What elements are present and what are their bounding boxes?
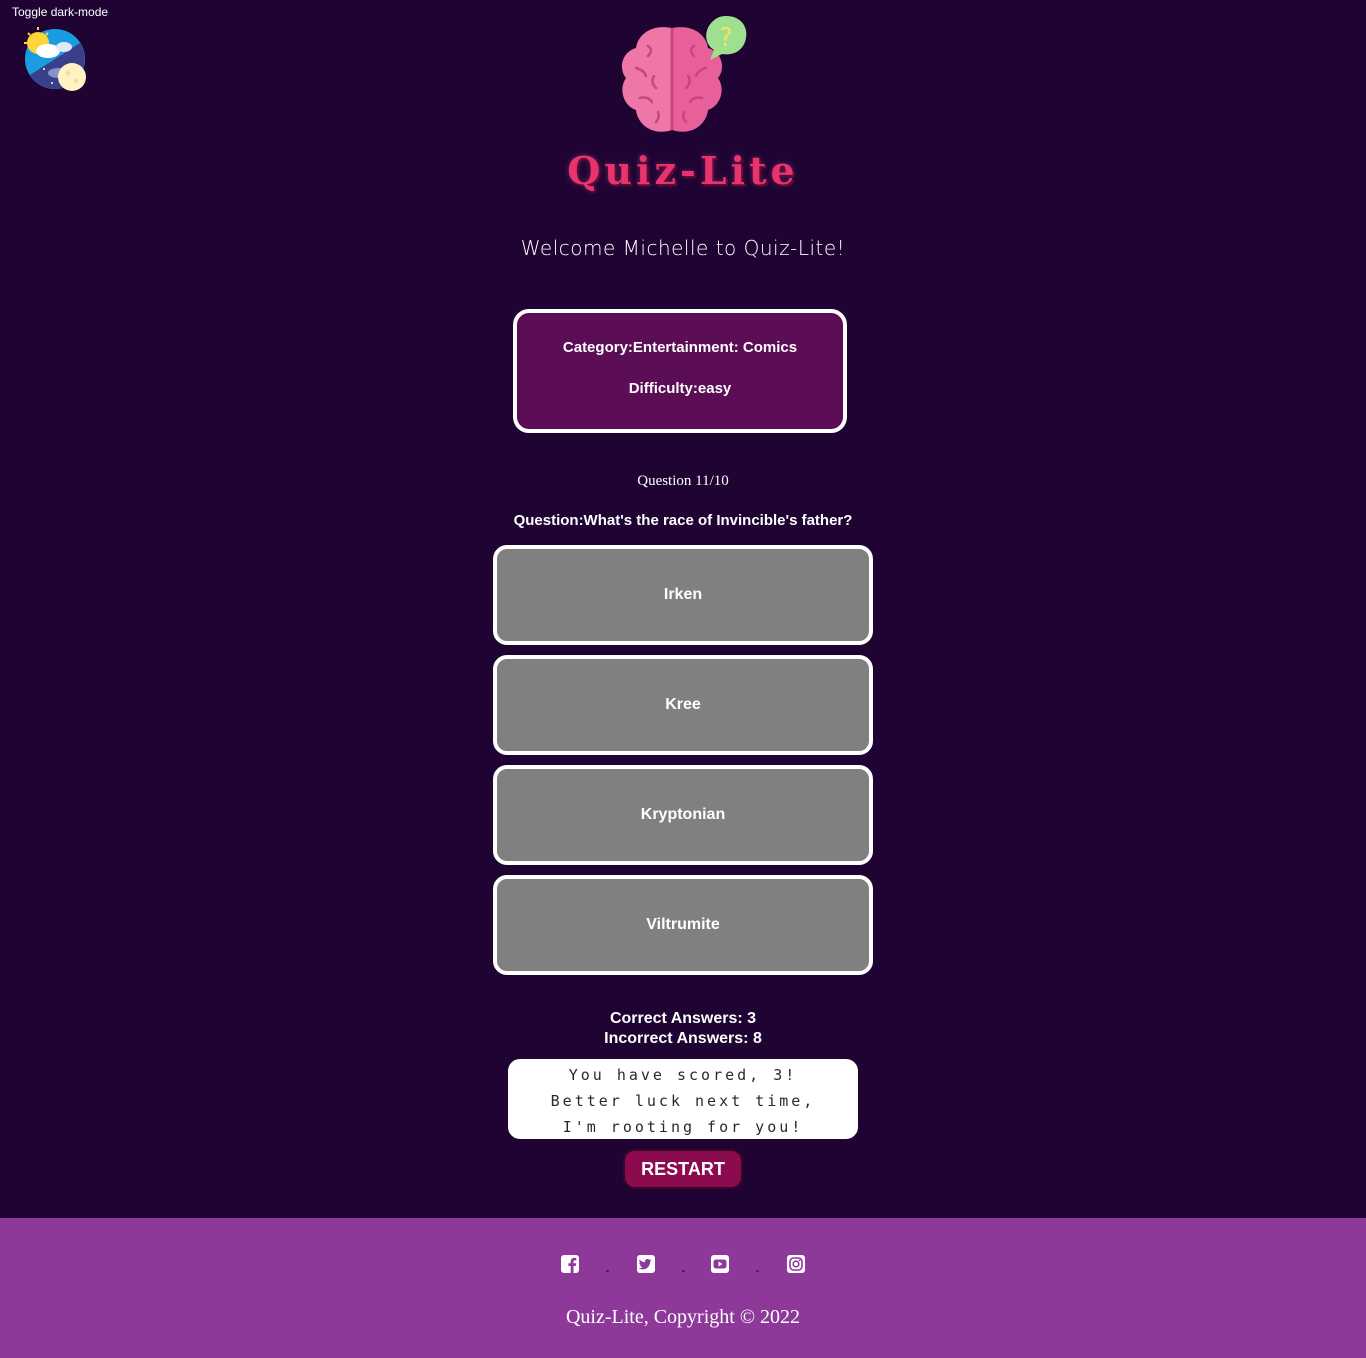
darkmode-toggle: Toggle dark-mode bbox=[12, 5, 109, 91]
quiz-info-card: Category:Entertainment: Comics Difficult… bbox=[513, 309, 847, 433]
question-progress: Question 11/10 bbox=[637, 473, 729, 489]
twitter-icon[interactable] bbox=[636, 1254, 656, 1274]
footer: Quiz-Lite, Copyright © 2022 bbox=[0, 1218, 1366, 1358]
question-text: Question:What's the race of Invincible's… bbox=[513, 512, 853, 529]
svg-text:?: ? bbox=[719, 23, 733, 53]
copyright-text: Quiz-Lite, Copyright © 2022 bbox=[565, 1306, 801, 1328]
separator-dot bbox=[682, 1270, 685, 1272]
difficulty-label: Difficulty:easy bbox=[628, 380, 732, 397]
answer-button[interactable]: Kryptonian bbox=[493, 765, 873, 865]
separator-dot bbox=[756, 1270, 759, 1272]
youtube-icon[interactable] bbox=[710, 1254, 730, 1274]
brain-question-icon: ? bbox=[614, 12, 752, 146]
instagram-icon[interactable] bbox=[786, 1254, 806, 1274]
darkmode-label: Toggle dark-mode bbox=[12, 5, 109, 19]
incorrect-answers-count: Incorrect Answers: 8 bbox=[604, 1030, 762, 1047]
answer-button[interactable]: Kree bbox=[493, 655, 873, 755]
facebook-icon[interactable] bbox=[560, 1254, 580, 1274]
result-message: You have scored, 3! Better luck next tim… bbox=[508, 1059, 858, 1139]
answer-button[interactable]: Irken bbox=[493, 545, 873, 645]
correct-answers-count: Correct Answers: 3 bbox=[609, 1010, 757, 1027]
separator-dot bbox=[606, 1270, 609, 1272]
brand-title: Quiz-Lite bbox=[567, 148, 799, 193]
welcome-message: Welcome Michelle to Quiz-Lite! bbox=[520, 236, 846, 260]
answer-button[interactable]: Viltrumite bbox=[493, 875, 873, 975]
restart-button[interactable]: RESTART bbox=[623, 1149, 743, 1189]
category-label: Category:Entertainment: Comics bbox=[562, 339, 798, 356]
day-night-icon[interactable] bbox=[22, 25, 88, 91]
